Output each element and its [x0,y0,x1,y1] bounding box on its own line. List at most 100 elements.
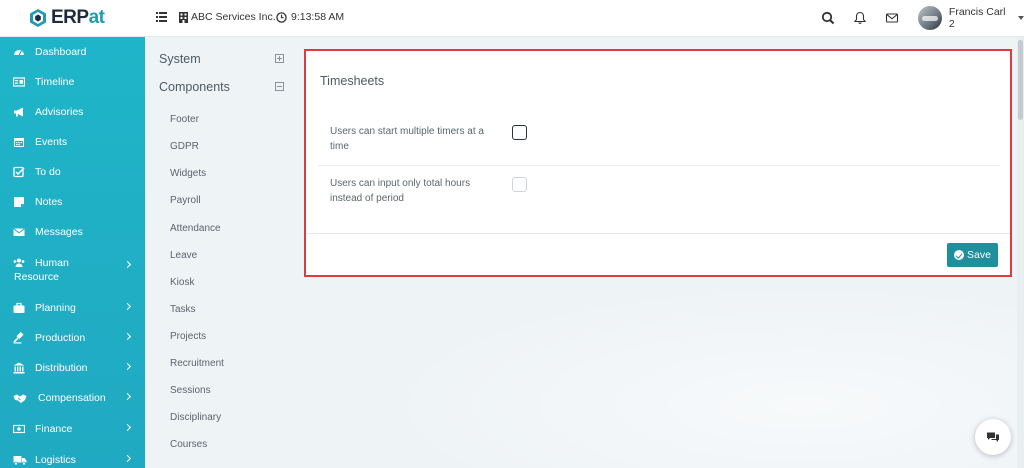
settings-item-widgets[interactable]: Widgets [170,168,206,179]
sidebar-item-human-resource[interactable]: Human Resource [0,253,145,287]
timesheets-settings-card: Timesheets Users can start multiple time… [304,49,1012,277]
background-decoration [300,260,1020,468]
logo-mark-icon [30,9,46,27]
section-label: System [159,52,201,66]
section-label: Components [159,80,230,94]
sidebar-item-label: Compensation [38,392,106,404]
sidebar-item-notes[interactable]: Notes [0,187,145,217]
settings-item-disciplinary[interactable]: Disciplinary [170,412,221,423]
settings-item-sessions[interactable]: Sessions [170,385,211,396]
settings-item-courses[interactable]: Courses [170,439,207,450]
gavel-icon [13,332,24,344]
sidebar-item-label: Human [35,257,69,269]
chat-icon [987,432,999,442]
card-title: Timesheets [320,74,385,88]
sidebar: Dashboard Timeline Advisories Events To … [0,37,145,468]
sidebar-item-planning[interactable]: Planning [0,293,145,323]
sidebar-item-label: Dashboard [35,46,87,58]
setting-label-total-hours: Users can input only total hours instead… [330,178,471,204]
logo-text: ERPat [51,7,105,28]
chevron-right-icon [123,454,132,463]
scrollbar-thumb[interactable] [1018,40,1023,120]
settings-item-footer[interactable]: Footer [170,114,199,125]
clock: 9:13:58 AM [276,11,344,23]
settings-item-payroll[interactable]: Payroll [170,195,201,206]
chevron-right-icon [123,362,132,371]
calendar-icon [14,138,24,147]
settings-item-attendance[interactable]: Attendance [170,223,221,234]
sidebar-item-label: Timeline [35,76,75,88]
handshake-icon [13,394,27,403]
settings-nav: System Components Footer GDPR Widgets Pa… [145,37,297,468]
sidebar-item-messages[interactable]: Messages [0,217,145,247]
sidebar-item-label: Logistics [35,454,76,466]
sidebar-item-label-line2: Resource [14,271,59,283]
chevron-down-icon [1018,16,1024,20]
sidebar-item-timeline[interactable]: Timeline [0,67,145,97]
row-divider [318,165,1000,166]
sidebar-item-logistics[interactable]: Logistics [0,445,145,468]
settings-section-components[interactable]: Components [159,77,289,97]
envelope-icon[interactable] [885,11,899,25]
sidebar-item-finance[interactable]: Finance [0,414,145,444]
menu-toggle-icon[interactable] [156,12,167,22]
dashboard-icon [14,50,24,56]
settings-item-tasks[interactable]: Tasks [170,304,196,315]
search-icon[interactable] [821,11,835,25]
truck-icon [13,456,27,466]
settings-item-gdpr[interactable]: GDPR [170,141,199,152]
save-label: Save [967,249,991,261]
megaphone-icon [14,107,23,117]
chat-button[interactable] [975,419,1011,455]
money-icon [13,424,25,434]
users-icon [13,258,25,267]
sidebar-item-todo[interactable]: To do [0,157,145,187]
chevron-right-icon [123,260,132,269]
multiple-timers-checkbox[interactable] [512,125,527,140]
clock-time: 9:13:58 AM [291,11,345,23]
briefcase-icon [13,302,25,313]
sidebar-item-label: Planning [35,302,76,314]
settings-item-leave[interactable]: Leave [170,250,197,261]
sidebar-item-compensation[interactable]: Compensation [0,383,145,413]
settings-section-system[interactable]: System [159,49,289,69]
total-hours-checkbox[interactable] [512,177,527,192]
bell-icon[interactable] [853,11,867,25]
company-name: ABC Services Inc. [191,11,276,23]
user-name: Francis Carl 2 [948,6,1006,30]
chevron-right-icon [123,423,132,432]
settings-item-kiosk[interactable]: Kiosk [170,277,194,288]
sidebar-item-distribution[interactable]: Distribution [0,353,145,383]
sidebar-item-label: Notes [35,196,63,208]
chevron-right-icon [123,332,132,341]
sidebar-item-label: Messages [35,226,83,238]
expand-icon [275,54,284,63]
chevron-right-icon [123,302,132,311]
save-button[interactable]: Save [947,243,998,267]
check-circle-icon [954,250,965,260]
sidebar-item-label: Distribution [35,362,88,374]
top-bar: ERPat ABC Services Inc. 9:13:58 AM Franc… [0,0,1024,37]
sidebar-item-production[interactable]: Production [0,323,145,353]
app-logo[interactable]: ERPat [28,7,105,29]
sidebar-item-label: Finance [35,423,73,435]
checkbox-icon [13,166,25,178]
sidebar-item-dashboard[interactable]: Dashboard [0,37,145,67]
timeline-icon [13,77,25,87]
sidebar-item-advisories[interactable]: Advisories [0,97,145,127]
note-icon [14,197,24,207]
company-selector[interactable]: ABC Services Inc. [179,11,276,23]
card-footer-divider [306,233,1010,234]
collapse-icon [275,82,284,91]
user-menu[interactable]: Francis Carl 2 [918,6,1024,30]
bank-icon [13,362,25,374]
settings-item-recruitment[interactable]: Recruitment [170,358,224,369]
sidebar-item-label: Production [35,332,86,344]
settings-item-projects[interactable]: Projects [170,331,206,342]
sidebar-item-label: Events [35,136,68,148]
avatar [918,6,942,30]
sidebar-item-events[interactable]: Events [0,127,145,157]
sidebar-item-label: To do [35,166,61,178]
setting-label-multiple-timers: Users can start multiple timers at a tim… [330,126,484,152]
chevron-right-icon [123,392,132,401]
